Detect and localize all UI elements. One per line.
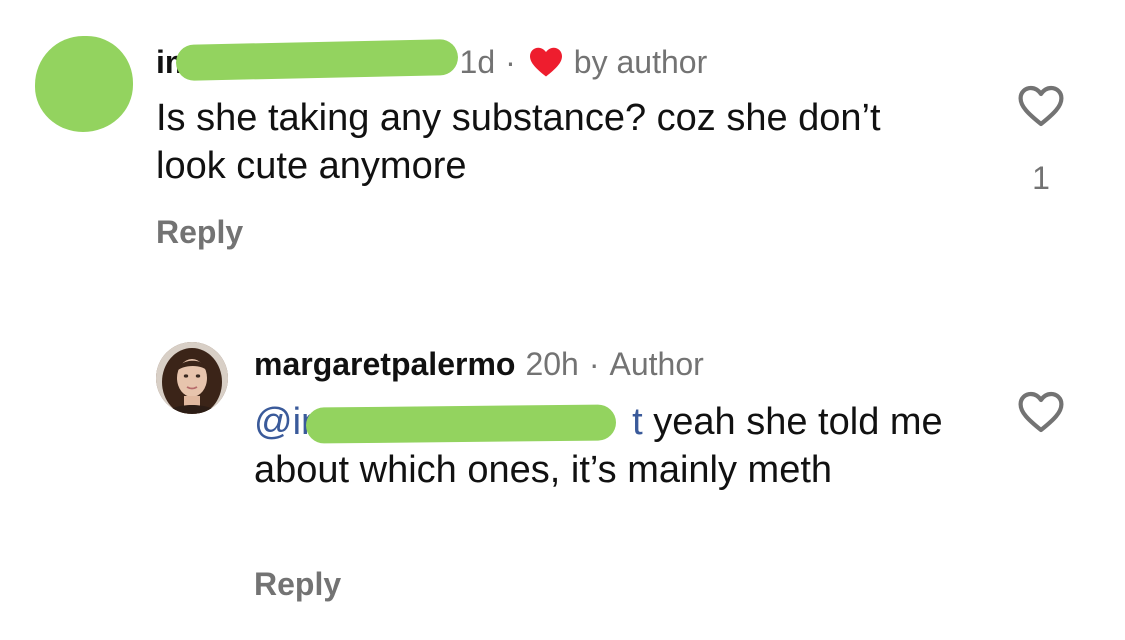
comment-text: Is she taking any substance? coz she don… xyxy=(156,97,881,187)
timestamp: 20h xyxy=(525,345,579,382)
comment-meta: margaretpalermo 20h · Author xyxy=(254,342,704,386)
reply-button[interactable]: Reply xyxy=(156,214,243,251)
username[interactable]: margaretpalermo xyxy=(254,346,515,383)
avatar[interactable] xyxy=(35,36,133,132)
liked-by-author-label: by author xyxy=(573,43,708,80)
mention-redaction xyxy=(305,404,617,444)
meta-separator: · xyxy=(588,345,600,382)
heart-outline-icon[interactable] xyxy=(1017,390,1065,434)
heart-filled-icon xyxy=(529,47,562,77)
reply-button[interactable]: Reply xyxy=(254,566,341,603)
timestamp: 1d xyxy=(459,43,496,80)
username-redaction xyxy=(175,39,459,81)
avatar-image xyxy=(156,342,228,414)
author-badge: Author xyxy=(609,345,704,382)
heart-outline-icon[interactable] xyxy=(1017,84,1065,128)
meta-separator: · xyxy=(505,43,516,80)
like-count[interactable]: 1 xyxy=(1026,160,1056,197)
avatar[interactable] xyxy=(156,342,228,414)
